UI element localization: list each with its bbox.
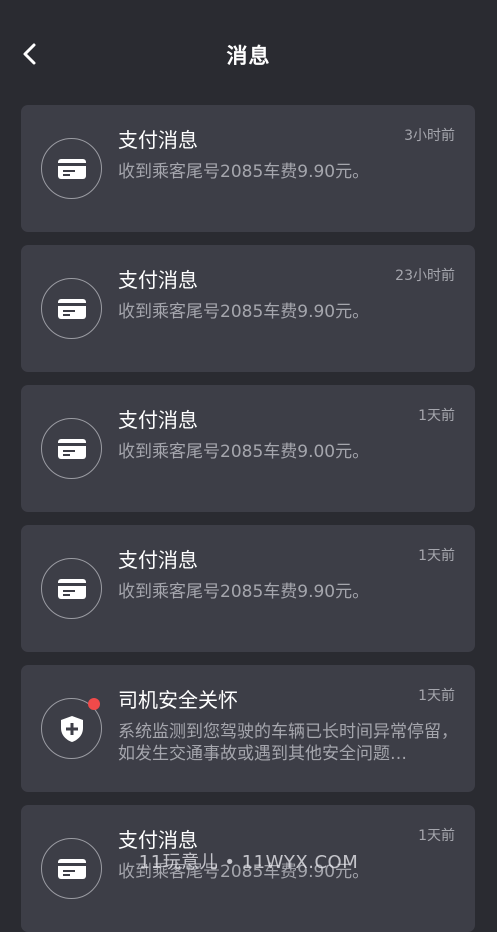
message-body: 收到乘客尾号2085车费9.90元。 [118, 862, 370, 882]
message-time: 1天前 [418, 828, 455, 844]
message-time: 3小时前 [404, 128, 455, 144]
card-icon [41, 138, 102, 199]
card-icon [41, 838, 102, 899]
message-body: 收到乘客尾号2085车费9.90元。 [118, 582, 370, 602]
message-time: 1天前 [418, 688, 455, 704]
card-icon [41, 418, 102, 479]
message-body: 收到乘客尾号2085车费9.90元。 [118, 162, 370, 182]
message-card[interactable]: 支付消息 1天前 收到乘客尾号2085车费9.90元。 [21, 805, 475, 932]
message-body: 收到乘客尾号2085车费9.00元。 [118, 442, 370, 462]
message-card[interactable]: 支付消息 3小时前 收到乘客尾号2085车费9.90元。 [21, 105, 475, 232]
message-card[interactable]: 支付消息 1天前 收到乘客尾号2085车费9.90元。 [21, 525, 475, 652]
message-card[interactable]: 支付消息 23小时前 收到乘客尾号2085车费9.90元。 [21, 245, 475, 372]
message-time: 1天前 [418, 548, 455, 564]
message-title: 支付消息 [118, 408, 198, 432]
message-time: 1天前 [418, 408, 455, 424]
message-time: 23小时前 [395, 268, 455, 284]
message-title: 支付消息 [118, 268, 198, 292]
message-card[interactable]: 支付消息 1天前 收到乘客尾号2085车费9.00元。 [21, 385, 475, 512]
message-list: 支付消息 3小时前 收到乘客尾号2085车费9.90元。 支付消息 23小时前 … [0, 0, 497, 932]
card-icon [41, 558, 102, 619]
card-icon [41, 278, 102, 339]
message-title: 支付消息 [118, 828, 198, 852]
message-title: 支付消息 [118, 548, 198, 572]
message-body: 系统监测到您驾驶的车辆已长时间异常停留，如发生交通事故或遇到其他安全问题… [118, 722, 458, 764]
message-body: 收到乘客尾号2085车费9.90元。 [118, 302, 370, 322]
message-card[interactable]: 司机安全关怀 1天前 系统监测到您驾驶的车辆已长时间异常停留，如发生交通事故或遇… [21, 665, 475, 792]
message-title: 支付消息 [118, 128, 198, 152]
unread-dot [88, 698, 100, 710]
message-title: 司机安全关怀 [118, 688, 238, 712]
